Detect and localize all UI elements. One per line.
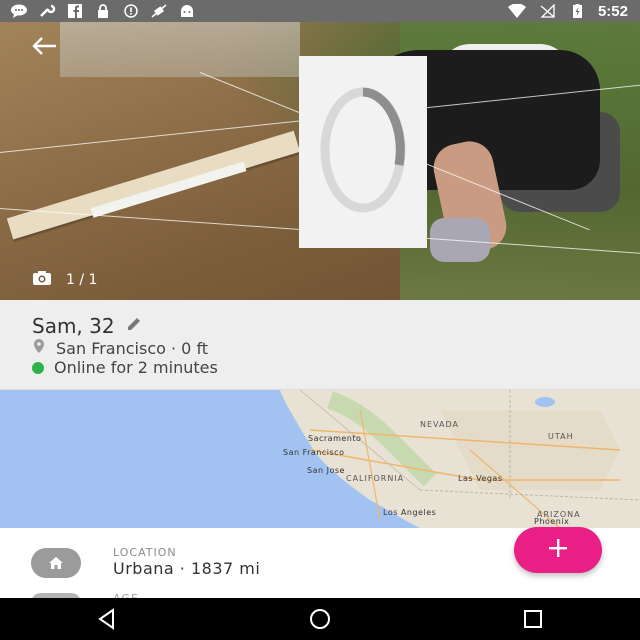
android-icon <box>178 4 196 18</box>
photo-loading-overlay <box>299 56 427 248</box>
clock: 5:52 <box>597 2 628 20</box>
chat-icon <box>10 4 28 18</box>
battery-charging-icon <box>568 4 586 18</box>
home-icon <box>31 548 81 578</box>
online-dot <box>32 361 44 374</box>
profile-location: San Francisco · 0 ft <box>56 338 209 358</box>
map-label: NEVADA <box>420 420 459 429</box>
location-pin-icon <box>32 338 46 358</box>
add-button[interactable] <box>514 527 602 573</box>
online-status-row: Online for 2 minutes <box>32 358 218 377</box>
spinner-icon <box>313 70 413 234</box>
profile-location-row: San Francisco · 0 ft <box>32 338 208 358</box>
camera-icon <box>32 270 52 290</box>
back-triangle-icon[interactable] <box>87 603 127 635</box>
photo-count-text: 1 / 1 <box>66 272 98 288</box>
wifi-icon <box>507 4 526 18</box>
map-label: CALIFORNIA <box>346 474 405 483</box>
map-label: Sacramento <box>308 434 362 443</box>
pencil-icon[interactable] <box>125 315 143 337</box>
info-location-value: Urbana · 1837 mi <box>113 559 261 578</box>
android-nav-bar <box>0 598 640 640</box>
online-status: Online for 2 minutes <box>54 358 218 377</box>
home-circle-icon[interactable] <box>300 603 340 635</box>
no-satellite-icon <box>150 4 168 18</box>
map-label: UTAH <box>548 432 574 441</box>
photo-counter: 1 / 1 <box>32 270 97 290</box>
plus-icon <box>547 537 569 563</box>
map-label: San Jose <box>307 466 345 475</box>
map-label: Los Angeles <box>383 508 437 517</box>
recents-square-icon[interactable] <box>513 603 553 635</box>
alert-icon <box>122 4 140 18</box>
profile-name: Sam, 32 <box>32 314 115 338</box>
system-icons: 5:52 <box>507 0 628 22</box>
status-bar: 5:52 <box>0 0 640 22</box>
map-label: San Francisco <box>283 448 345 457</box>
profile-header: Sam, 32 San Francisco · 0 ft Online for … <box>0 300 640 390</box>
lock-icon <box>94 4 112 18</box>
map-label: Las Vegas <box>458 474 503 483</box>
facebook-icon <box>66 4 84 18</box>
info-location-label: LOCATION <box>113 546 177 559</box>
no-signal-icon <box>538 4 556 18</box>
location-map[interactable]: Sacramento San Francisco San Jose NEVADA… <box>0 390 640 528</box>
wrench-icon <box>38 4 56 18</box>
map-label: Phoenix <box>534 517 570 526</box>
notification-icons <box>0 4 196 18</box>
arrow-back-icon[interactable] <box>30 34 58 58</box>
